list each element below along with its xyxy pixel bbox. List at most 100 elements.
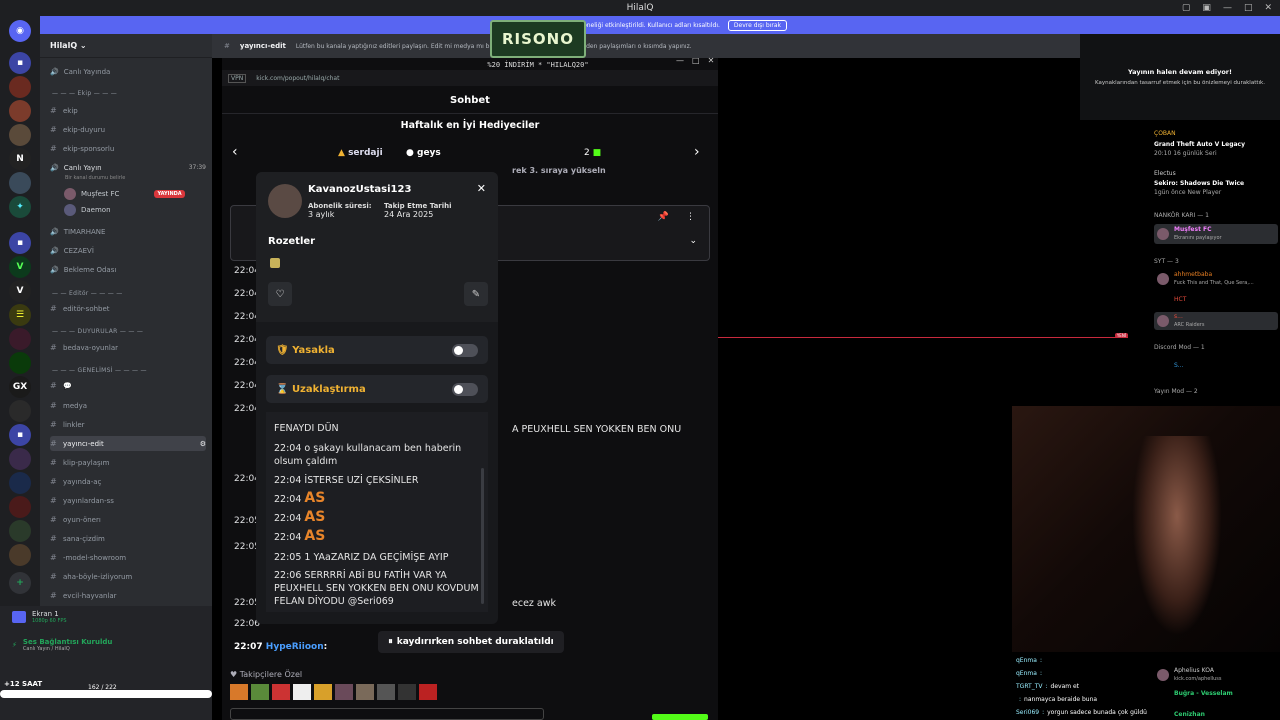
close-icon[interactable]: ✕ bbox=[708, 56, 715, 65]
chat-input[interactable] bbox=[230, 708, 544, 720]
server-icon[interactable]: V bbox=[9, 280, 31, 302]
server-icon[interactable]: ✦ bbox=[9, 196, 31, 218]
minimize-icon[interactable]: — bbox=[676, 56, 684, 65]
folder-icon[interactable]: ▪ bbox=[9, 52, 31, 74]
emote-icon[interactable] bbox=[335, 684, 353, 700]
modal-username[interactable]: KavanozUstasi123 bbox=[308, 184, 411, 195]
url-field[interactable]: kick.com/popout/hilalq/chat bbox=[256, 75, 339, 82]
discord-home-icon[interactable]: ◉ bbox=[9, 20, 31, 42]
category-genel[interactable]: — — — GENELİMSİ — — — — bbox=[52, 367, 147, 374]
server-icon[interactable] bbox=[9, 172, 31, 194]
emote-icon[interactable] bbox=[398, 684, 416, 700]
emote-icon[interactable] bbox=[314, 684, 332, 700]
voice-user[interactable]: Muşfest FC YAYINDA bbox=[64, 188, 185, 200]
close-icon[interactable]: ✕ bbox=[477, 182, 486, 195]
gifter-item[interactable]: ▲ serdaji bbox=[338, 148, 383, 158]
channel-model[interactable]: # -model-showroom bbox=[50, 550, 206, 565]
vpn-icon[interactable]: VPN bbox=[228, 73, 247, 83]
channel-yayinci-edit[interactable]: # yayıncı-edit ⚙ bbox=[50, 436, 206, 451]
voice-user[interactable]: Daemon bbox=[64, 204, 111, 216]
mute-button[interactable]: ✎ bbox=[464, 282, 488, 306]
channel-editor-sohbet[interactable]: # editör-sohbet bbox=[50, 301, 206, 316]
add-server-icon[interactable]: + bbox=[9, 572, 31, 594]
voice-status[interactable]: ⚡ Ses Bağlantısı Kuruldu Canlı Yayın / Hi… bbox=[12, 638, 112, 652]
server-header[interactable]: HilalQ ⌄ bbox=[40, 34, 212, 58]
pin-icon[interactable]: 📌 bbox=[658, 212, 669, 222]
emote-icon[interactable] bbox=[230, 684, 248, 700]
user-message-history[interactable]: FENAYDI DÜN 22:04 o şakayı kullanacam be… bbox=[266, 412, 488, 612]
close-icon[interactable]: ✕ bbox=[1264, 3, 1272, 13]
server-icon[interactable]: GX bbox=[9, 376, 31, 398]
channel-ekip-duyuru[interactable]: # ekip-duyuru bbox=[50, 122, 206, 137]
screen-share-status[interactable]: Ekran 1 1080p 60 FPS bbox=[12, 610, 67, 624]
category-ekip[interactable]: — — — Ekip — — — bbox=[52, 90, 117, 97]
scrollbar[interactable] bbox=[481, 468, 484, 604]
channel-aha[interactable]: # aha-böyle-izliyorum bbox=[50, 569, 206, 584]
channel-cezaevi[interactable]: 🔊 CEZAEVİ bbox=[50, 243, 206, 258]
server-icon[interactable] bbox=[9, 352, 31, 374]
activity-user[interactable]: Electus bbox=[1154, 170, 1176, 177]
disable-button[interactable]: Devre dışı bırak bbox=[727, 19, 787, 31]
channel-timarhane[interactable]: 🔊 TIMARHANE bbox=[50, 224, 206, 239]
channel-canli-yayin[interactable]: 🔊 Canlı Yayın 37:39 bbox=[50, 160, 206, 175]
channel-oyun-oneri[interactable]: # oyun-önerı bbox=[50, 512, 206, 527]
settings-icon[interactable]: ⚙ bbox=[200, 440, 206, 448]
chat-paused-notice[interactable]: ⏸ kaydırırken sohbet duraklatıldı bbox=[378, 631, 564, 653]
emote-icon[interactable] bbox=[251, 684, 269, 700]
send-button[interactable] bbox=[652, 714, 708, 720]
channel-bedava[interactable]: # bedava-oyunlar bbox=[50, 340, 206, 355]
channel-ekip-sponsorlu[interactable]: # ekip-sponsorlu bbox=[50, 141, 206, 156]
member-item[interactable]: s... ARC Raiders bbox=[1154, 312, 1278, 330]
server-icon[interactable] bbox=[9, 328, 31, 350]
server-icon[interactable] bbox=[9, 496, 31, 518]
channel-medya[interactable]: # medya bbox=[50, 398, 206, 413]
chevron-down-icon[interactable]: ⌄ bbox=[689, 236, 697, 246]
timeout-toggle-row[interactable]: ⌛ Uzaklaştırma bbox=[266, 375, 488, 403]
server-icon[interactable] bbox=[9, 400, 31, 422]
member-name[interactable]: S... bbox=[1174, 362, 1184, 369]
member-name[interactable]: HCT bbox=[1174, 296, 1186, 303]
chat-username[interactable]: HypeRiioon bbox=[266, 642, 324, 652]
server-icon[interactable] bbox=[9, 76, 31, 98]
chevron-left-icon[interactable]: ‹ bbox=[232, 144, 238, 160]
more-icon[interactable]: ⋮ bbox=[686, 212, 695, 222]
folder-icon[interactable]: ▪ bbox=[9, 424, 31, 446]
channel-ekip[interactable]: # ekip bbox=[50, 103, 206, 118]
category-duyurular[interactable]: — — — DUYURULAR — — — bbox=[52, 328, 143, 335]
timeout-toggle[interactable] bbox=[452, 382, 478, 396]
ban-toggle-row[interactable]: 🛡 Yasakla bbox=[266, 336, 488, 364]
member-item[interactable]: ahhmetbaba Fuck This and That, Que Sera,… bbox=[1154, 270, 1278, 288]
server-icon[interactable] bbox=[9, 448, 31, 470]
heart-button[interactable]: ♡ bbox=[268, 282, 292, 306]
channel-live[interactable]: 🔊 Canlı Yayında bbox=[50, 64, 206, 79]
maximize-icon[interactable]: □ bbox=[1244, 3, 1253, 13]
member-item[interactable]: Muşfest FC Ekranını paylaşıyor bbox=[1154, 224, 1278, 244]
server-icon[interactable] bbox=[9, 100, 31, 122]
channel-yayinlardan[interactable]: # yayınlardan-ss bbox=[50, 493, 206, 508]
ban-toggle[interactable] bbox=[452, 343, 478, 357]
channel-evcil[interactable]: # evcil-hayvanlar bbox=[50, 588, 206, 603]
server-icon[interactable]: V bbox=[9, 256, 31, 278]
server-icon[interactable] bbox=[9, 520, 31, 542]
emote-icon[interactable] bbox=[377, 684, 395, 700]
dashboard-icon[interactable]: ▣ bbox=[1202, 3, 1211, 13]
server-icon[interactable] bbox=[9, 472, 31, 494]
maximize-icon[interactable]: □ bbox=[692, 56, 700, 65]
restore-icon[interactable]: ▢ bbox=[1182, 3, 1191, 13]
emote-icon[interactable] bbox=[419, 684, 437, 700]
channel-yayinda-ac[interactable]: # yayında-aç bbox=[50, 474, 206, 489]
minimize-icon[interactable]: — bbox=[1223, 3, 1232, 13]
channel-bubble[interactable]: # 💬 bbox=[50, 378, 206, 393]
channel-klip[interactable]: # klip-paylaşım bbox=[50, 455, 206, 470]
folder-icon[interactable]: ▪ bbox=[9, 232, 31, 254]
channel-linkler[interactable]: # linkler bbox=[50, 417, 206, 432]
channel-sana-cizdim[interactable]: # sana-çizdim bbox=[50, 531, 206, 546]
emote-icon[interactable] bbox=[272, 684, 290, 700]
server-icon[interactable] bbox=[9, 124, 31, 146]
server-icon[interactable]: ☰ bbox=[9, 304, 31, 326]
emote-icon[interactable] bbox=[356, 684, 374, 700]
server-icon[interactable] bbox=[9, 544, 31, 566]
emote-icon[interactable] bbox=[293, 684, 311, 700]
gifter-item[interactable]: 2 ■ bbox=[584, 148, 601, 158]
activity-user[interactable]: ÇOBAN bbox=[1154, 130, 1176, 137]
